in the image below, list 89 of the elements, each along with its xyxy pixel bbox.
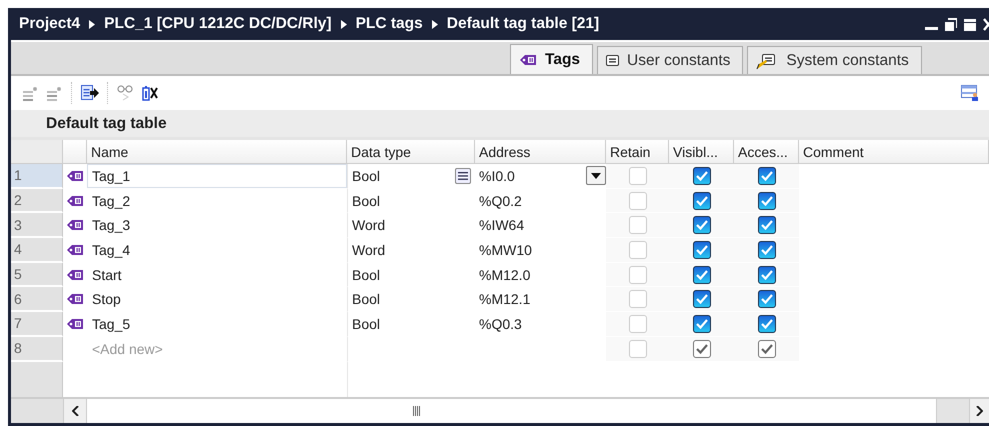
breadcrumb[interactable]: PLC_1 [CPU 1212C DC/DC/Rly] bbox=[104, 15, 332, 33]
table-cell: Tag_3 bbox=[92, 217, 130, 234]
table-cell: Tag_2 bbox=[92, 192, 130, 209]
table-cell: %I0.0 bbox=[479, 168, 515, 184]
window-user-icon[interactable] bbox=[961, 84, 979, 102]
breadcrumb[interactable]: Default tag table [21] bbox=[446, 15, 600, 33]
checkbox[interactable] bbox=[692, 240, 710, 259]
table-cell: %M12.0 bbox=[479, 266, 530, 283]
column-header[interactable]: Name bbox=[87, 140, 347, 163]
chevron-left-icon bbox=[72, 406, 78, 416]
tag-icon bbox=[519, 54, 537, 66]
table-cell: Bool bbox=[352, 168, 380, 184]
table-cell: Bool bbox=[352, 316, 380, 332]
table-cell: Tag_4 bbox=[92, 242, 130, 258]
table-cell: %IW64 bbox=[479, 217, 524, 234]
table-cell: Word bbox=[352, 242, 386, 258]
checkbox[interactable] bbox=[692, 216, 710, 234]
restore-icon[interactable] bbox=[945, 18, 957, 30]
checkbox[interactable] bbox=[758, 216, 776, 234]
table-cell: %Q0.2 bbox=[479, 192, 522, 209]
checkbox[interactable] bbox=[758, 290, 776, 308]
glasses-icon[interactable] bbox=[117, 85, 134, 101]
list-icon bbox=[458, 170, 468, 181]
column-header[interactable]: Retain bbox=[606, 140, 669, 163]
tag-icon bbox=[66, 318, 84, 330]
tag-icon bbox=[66, 293, 84, 306]
row-number[interactable]: 4 bbox=[11, 238, 63, 263]
table-cell: Bool bbox=[352, 266, 380, 283]
tag-icon bbox=[66, 194, 84, 207]
battery-tool-icon[interactable] bbox=[142, 85, 159, 101]
column-header[interactable]: Data type bbox=[347, 140, 475, 163]
row-number[interactable]: 2 bbox=[11, 188, 63, 214]
checkbox[interactable] bbox=[692, 340, 710, 358]
checkbox[interactable] bbox=[758, 314, 776, 333]
row-number[interactable]: 6 bbox=[11, 287, 63, 312]
name-field[interactable]: Tag_1 bbox=[87, 164, 347, 188]
checkbox[interactable] bbox=[758, 266, 776, 284]
row-number[interactable]: 5 bbox=[11, 262, 63, 288]
checkbox[interactable] bbox=[758, 340, 776, 358]
table-cell: %M12.1 bbox=[479, 291, 530, 308]
type-picker-button[interactable] bbox=[455, 168, 471, 184]
row-number[interactable]: 7 bbox=[11, 312, 63, 337]
checkbox[interactable] bbox=[758, 166, 776, 185]
tab[interactable]: User constants bbox=[597, 46, 744, 74]
checkbox[interactable] bbox=[692, 290, 710, 308]
checkbox[interactable] bbox=[692, 266, 710, 284]
list-icon bbox=[606, 55, 620, 66]
maximize-icon[interactable] bbox=[964, 18, 976, 30]
insert-row-icon[interactable] bbox=[47, 86, 63, 100]
checkbox[interactable] bbox=[758, 192, 776, 210]
column-header[interactable]: Comment bbox=[799, 140, 989, 163]
checkbox[interactable] bbox=[692, 314, 710, 333]
dropdown-button[interactable] bbox=[586, 166, 606, 186]
table-title: Default tag table bbox=[11, 110, 989, 137]
caret-down-icon bbox=[591, 172, 601, 179]
export-icon[interactable] bbox=[81, 85, 99, 101]
table-cell: %MW10 bbox=[479, 242, 532, 258]
table-cell: Stop bbox=[92, 291, 121, 308]
chevron-right-icon bbox=[340, 20, 347, 28]
chevron-right-icon bbox=[432, 20, 438, 28]
tab[interactable]: System constants bbox=[747, 46, 922, 74]
tab[interactable]: Tags bbox=[510, 44, 594, 74]
chevron-right-icon bbox=[89, 20, 96, 28]
table-cell: Bool bbox=[352, 291, 380, 308]
tag-icon bbox=[66, 244, 84, 256]
column-header[interactable]: Visibl... bbox=[669, 140, 734, 163]
breadcrumb[interactable]: PLC tags bbox=[356, 15, 423, 33]
checkbox[interactable] bbox=[692, 192, 710, 210]
column-header[interactable]: Address bbox=[475, 140, 606, 163]
tag-icon bbox=[66, 268, 84, 281]
add-row-icon[interactable] bbox=[23, 86, 39, 100]
checkbox[interactable] bbox=[758, 240, 776, 259]
breadcrumb[interactable]: Project4 bbox=[19, 15, 80, 33]
table-cell: Bool bbox=[352, 192, 380, 209]
scroll-left-button[interactable] bbox=[63, 399, 87, 423]
tag-icon bbox=[66, 219, 84, 232]
column-header[interactable]: Acces... bbox=[734, 140, 799, 163]
row-number[interactable]: 8 bbox=[11, 336, 63, 362]
row-number[interactable]: 3 bbox=[11, 213, 63, 238]
tag-icon bbox=[66, 170, 84, 182]
scrollbar-corner bbox=[11, 399, 63, 423]
scroll-right-icon[interactable] bbox=[976, 406, 983, 416]
row-number[interactable]: 1 bbox=[11, 164, 63, 189]
table-cell: %Q0.3 bbox=[479, 316, 522, 332]
checkbox[interactable] bbox=[692, 166, 710, 185]
table-cell: Word bbox=[352, 217, 386, 234]
grip-icon bbox=[413, 406, 420, 416]
table-cell: Start bbox=[92, 266, 122, 283]
table-cell: Tag_5 bbox=[92, 316, 130, 332]
